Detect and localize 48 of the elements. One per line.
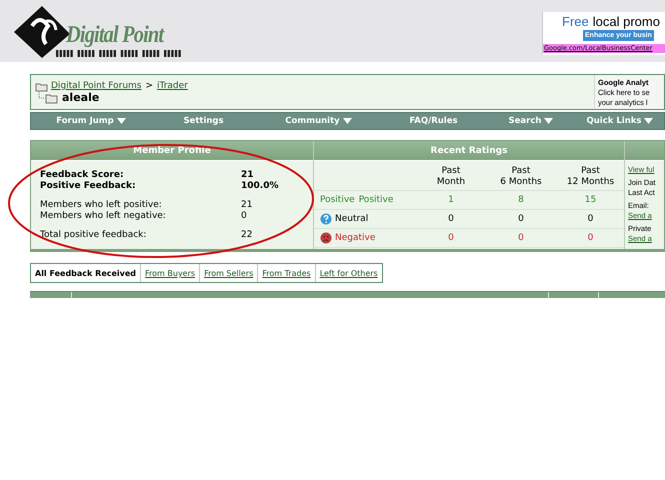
- rating-count: 15: [584, 195, 596, 205]
- stat-label: Members who left negative:: [40, 211, 167, 222]
- rating-icon-alt-text: Positive: [320, 195, 355, 205]
- breadcrumb-separator: >: [145, 80, 154, 92]
- stat-label: Members who left positive:: [40, 200, 163, 211]
- ad-headline: local promo: [592, 14, 660, 29]
- page-title: aleale: [62, 92, 100, 104]
- folder-icon: [35, 80, 48, 92]
- stat-value: 21: [241, 170, 254, 181]
- ad-headline: Free: [562, 14, 589, 29]
- column-header: Past 12 Months: [557, 161, 624, 191]
- feedback-tab[interactable]: From Sellers: [200, 264, 258, 282]
- nav-menu-item[interactable]: Settings: [151, 116, 256, 126]
- rating-count: 0: [588, 214, 594, 224]
- tree-folder-icon: [37, 92, 59, 104]
- nav-menu-item[interactable]: Search: [486, 116, 576, 126]
- logo-text: Digital Point: [66, 22, 166, 48]
- stat-value: 100.0%: [241, 181, 278, 192]
- feedback-tab[interactable]: From Trades: [258, 264, 316, 282]
- section-header: Recent Ratings: [314, 141, 624, 161]
- rating-count: 0: [448, 233, 454, 243]
- stat-label: Total positive feedback:: [40, 230, 148, 241]
- stat-label: Feedback Score:: [40, 170, 125, 181]
- rating-count: 1: [448, 195, 454, 205]
- nav-menu-item[interactable]: Quick Links: [576, 116, 664, 126]
- stat-value: 0: [241, 211, 247, 222]
- breadcrumb-link[interactable]: iTrader: [157, 80, 188, 92]
- stat-value: 21: [241, 200, 252, 211]
- nav-menu-item[interactable]: Community: [256, 116, 381, 126]
- rating-count: 0: [588, 233, 594, 243]
- question-icon: [320, 213, 332, 225]
- feedback-tab[interactable]: From Buyers: [141, 264, 200, 282]
- rating-label: Negative: [335, 233, 376, 243]
- column-header: Past Month: [417, 161, 485, 191]
- rating-label: Positive: [358, 195, 394, 205]
- rating-label: Neutral: [335, 214, 368, 224]
- rating-count: 0: [448, 214, 454, 224]
- breadcrumb-link[interactable]: Digital Point Forums: [51, 80, 142, 92]
- rating-count: 0: [518, 214, 524, 224]
- stat-value: 22: [241, 230, 252, 241]
- stat-label: Positive Feedback:: [40, 181, 137, 192]
- rating-count: 0: [518, 233, 524, 243]
- nav-menu-item[interactable]: FAQ/Rules: [381, 116, 486, 126]
- nav-menu-item[interactable]: Forum Jump: [31, 116, 151, 126]
- column-header: Past 6 Months: [485, 161, 557, 191]
- rating-count: 8: [518, 195, 524, 205]
- frown-face-icon: [320, 232, 332, 244]
- feedback-tab[interactable]: Left for Others: [316, 264, 382, 282]
